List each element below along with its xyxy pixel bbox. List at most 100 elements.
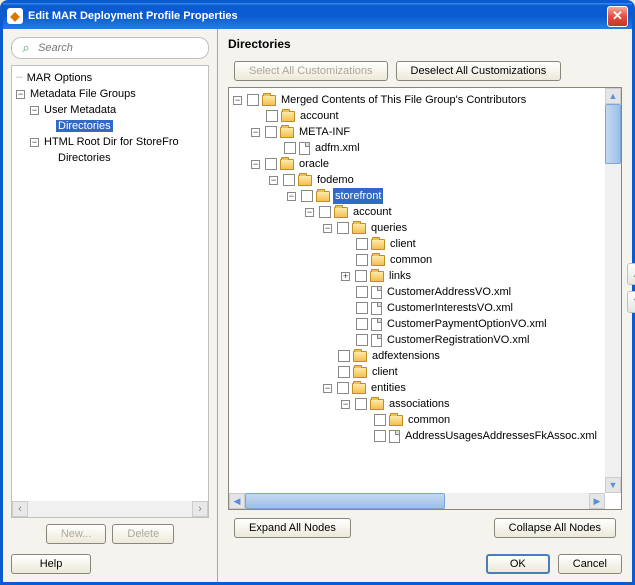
tree-links[interactable]: links (387, 268, 413, 284)
tree-adfm-xml[interactable]: adfm.xml (313, 140, 362, 156)
tree-client[interactable]: client (388, 236, 418, 252)
expander-icon[interactable]: + (341, 272, 350, 281)
titlebar: ◆ Edit MAR Deployment Profile Properties… (3, 3, 632, 29)
tree-fodemo[interactable]: fodemo (315, 172, 356, 188)
checkbox[interactable] (265, 158, 277, 170)
scroll-track[interactable] (605, 164, 621, 477)
expand-all-button[interactable]: Expand All Nodes (234, 518, 351, 538)
cancel-button[interactable]: Cancel (558, 554, 622, 574)
expander-icon[interactable]: − (341, 400, 350, 409)
expander-icon[interactable]: − (323, 224, 332, 233)
expander-icon[interactable]: − (287, 192, 296, 201)
checkbox[interactable] (301, 190, 313, 202)
tree-meta-inf[interactable]: META-INF (297, 124, 352, 140)
scroll-track[interactable] (28, 501, 192, 517)
tree-account[interactable]: account (298, 108, 341, 124)
scroll-thumb[interactable] (605, 104, 621, 164)
folder-icon (353, 351, 367, 362)
tree-adfextensions[interactable]: adfextensions (370, 348, 442, 364)
nav-directories-2[interactable]: Directories (56, 152, 113, 164)
tree-storefront[interactable]: storefront (333, 188, 383, 204)
search-input[interactable] (38, 42, 202, 54)
expander-icon[interactable]: − (269, 176, 278, 185)
close-button[interactable]: ✕ (607, 6, 628, 27)
expander-icon[interactable]: − (251, 160, 260, 169)
checkbox[interactable] (319, 206, 331, 218)
tree-queries[interactable]: queries (369, 220, 409, 236)
scroll-right-icon[interactable]: › (192, 501, 208, 517)
nav-html-root[interactable]: HTML Root Dir for StoreFro (42, 136, 181, 148)
tree-account2[interactable]: account (351, 204, 394, 220)
expander-icon[interactable]: − (251, 128, 260, 137)
expander-icon[interactable]: − (16, 90, 25, 99)
scroll-right-icon[interactable]: ▶ (589, 493, 605, 509)
checkbox[interactable] (374, 414, 386, 426)
checkbox[interactable] (284, 142, 296, 154)
checkbox[interactable] (356, 254, 368, 266)
scroll-down-icon[interactable]: ▼ (605, 477, 621, 493)
tree-root[interactable]: Merged Contents of This File Group's Con… (279, 92, 528, 108)
checkbox[interactable] (338, 366, 350, 378)
tree-addr-usages[interactable]: AddressUsagesAddressesFkAssoc.xml (403, 428, 599, 444)
tree-common[interactable]: common (388, 252, 434, 268)
scroll-thumb[interactable] (245, 493, 445, 509)
expander-icon[interactable]: − (30, 106, 39, 115)
tree-cust-pay[interactable]: CustomerPaymentOptionVO.xml (385, 316, 549, 332)
checkbox[interactable] (355, 398, 367, 410)
checkbox[interactable] (338, 350, 350, 362)
checkbox[interactable] (265, 126, 277, 138)
nav-user-metadata[interactable]: User Metadata (42, 104, 118, 116)
vertical-scrollbar[interactable]: ▲ ▼ (605, 88, 621, 493)
expander-icon[interactable]: − (305, 208, 314, 217)
checkbox[interactable] (355, 270, 367, 282)
horizontal-scrollbar[interactable]: ‹ › (12, 501, 208, 517)
expander-icon[interactable]: − (233, 96, 242, 105)
select-all-customizations-button[interactable]: Select All Customizations (234, 61, 388, 81)
checkbox[interactable] (374, 430, 386, 442)
checkbox[interactable] (356, 302, 368, 314)
scroll-up-icon[interactable]: ▲ (605, 88, 621, 104)
checkbox[interactable] (356, 286, 368, 298)
file-icon (371, 334, 382, 347)
ok-button[interactable]: OK (486, 554, 550, 574)
tree-client2[interactable]: client (370, 364, 400, 380)
folder-icon (352, 383, 366, 394)
checkbox[interactable] (337, 222, 349, 234)
tree-cust-reg[interactable]: CustomerRegistrationVO.xml (385, 332, 531, 348)
search-icon: ⌕ (18, 40, 34, 56)
checkbox[interactable] (337, 382, 349, 394)
tree-oracle[interactable]: oracle (297, 156, 331, 172)
expander-icon[interactable]: − (30, 138, 39, 147)
search-box[interactable]: ⌕ (11, 37, 209, 59)
checkbox[interactable] (356, 238, 368, 250)
expander-icon[interactable]: − (323, 384, 332, 393)
scroll-track[interactable] (445, 493, 589, 509)
checkbox[interactable] (266, 110, 278, 122)
directories-tree[interactable]: − Merged Contents of This File Group's Co… (228, 87, 622, 510)
collapse-all-button[interactable]: Collapse All Nodes (494, 518, 616, 538)
checkbox[interactable] (356, 334, 368, 346)
folder-icon (280, 159, 294, 170)
checkbox[interactable] (356, 318, 368, 330)
nav-directories[interactable]: Directories (56, 120, 113, 132)
help-button[interactable]: Help (11, 554, 91, 574)
checkbox[interactable] (283, 174, 295, 186)
tree-cust-int[interactable]: CustomerInterestsVO.xml (385, 300, 515, 316)
tree-common2[interactable]: common (406, 412, 452, 428)
navigator-tree[interactable]: ┈ MAR Options −Metadata File Groups −Use… (11, 65, 209, 518)
nav-mar-options[interactable]: MAR Options (25, 72, 94, 84)
tree-cust-addr[interactable]: CustomerAddressVO.xml (385, 284, 513, 300)
tree-entities[interactable]: entities (369, 380, 408, 396)
tree-connector: ┈ (16, 72, 22, 84)
deselect-all-customizations-button[interactable]: Deselect All Customizations (396, 61, 562, 81)
scroll-left-icon[interactable]: ‹ (12, 501, 28, 517)
delete-button[interactable]: Delete (112, 524, 174, 544)
new-button[interactable]: New... (46, 524, 107, 544)
tree-associations[interactable]: associations (387, 396, 452, 412)
app-icon: ◆ (7, 8, 23, 24)
horizontal-scrollbar[interactable]: ◀ ▶ (229, 493, 605, 509)
scroll-left-icon[interactable]: ◀ (229, 493, 245, 509)
checkbox[interactable] (247, 94, 259, 106)
nav-metadata-file-groups[interactable]: Metadata File Groups (28, 88, 138, 100)
file-icon (389, 430, 400, 443)
